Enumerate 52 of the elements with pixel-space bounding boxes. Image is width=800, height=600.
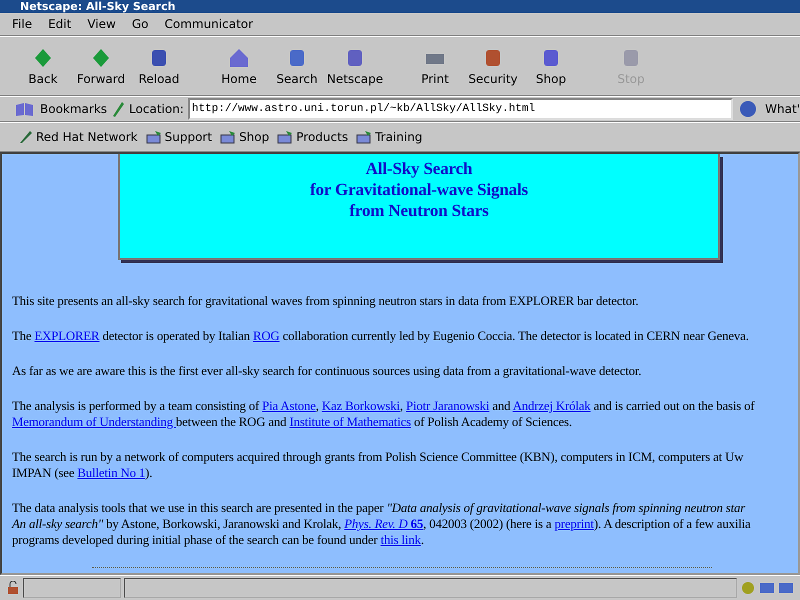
bookmark-button[interactable]: Red Hat Network: [16, 130, 141, 144]
bookmark-button[interactable]: Shop: [217, 130, 272, 144]
link[interactable]: Andrzej Królak: [512, 399, 591, 413]
menu-item[interactable]: File: [6, 17, 38, 31]
paragraph: The EXPLORER detector is operated by Italian ROG collaboration currently led by Eugenio Coccia. The detector is located in CERN near Geneva.: [12, 328, 750, 344]
padlock-icon: [6, 581, 20, 595]
toolbar-button[interactable]: Home: [210, 43, 268, 89]
bookmark-button[interactable]: Support: [142, 130, 216, 144]
link[interactable]: this link: [380, 533, 421, 547]
link[interactable]: Bulletin No 1: [77, 466, 146, 480]
link[interactable]: EXPLORER: [34, 329, 100, 343]
menu-item[interactable]: View: [81, 17, 122, 31]
link[interactable]: ROG: [252, 329, 280, 343]
toolbar-button[interactable]: Search: [268, 43, 326, 89]
folder-icon: [356, 130, 372, 144]
folder-icon: [220, 130, 236, 144]
toolbar-button[interactable]: Back: [14, 43, 72, 89]
banner-heading: from Neutron Stars: [349, 200, 489, 221]
bookmarks-button[interactable]: Bookmarks: [40, 102, 108, 116]
book-icon: [14, 101, 36, 117]
link[interactable]: Institute of Mathematics: [289, 415, 411, 429]
link[interactable]: Kaz Borkowski: [322, 399, 400, 413]
window-title: Netscape: All-Sky Search: [0, 0, 800, 13]
toolbar-button[interactable]: Shop: [522, 43, 580, 89]
link[interactable]: Phys. Rev. D 65: [344, 517, 424, 531]
location-label: Location:: [129, 102, 184, 116]
toolbar-button[interactable]: Reload: [130, 43, 188, 89]
related-button[interactable]: What': [765, 102, 800, 116]
toolbar-button[interactable]: Forward: [72, 43, 130, 89]
folder-icon: [277, 130, 294, 144]
banner-heading: for Gravitational-wave Signals: [310, 179, 528, 200]
toolbar-button[interactable]: Netscape: [326, 43, 384, 89]
banner-heading: All-Sky Search: [366, 158, 472, 179]
toolbar-button[interactable]: Print: [406, 43, 464, 89]
paragraph: The data analysis tools that we use in this search are presented in the paper "Data analysis of gravitational-wave signals from spinning neutron star An all-sky search" by Astone, Borkowski, Jaranowski and Krolak, Phys. Rev. D 65, 042003 (2002) (here is a preprint). A description of a few auxilia programs developed during initial phase of the search can be found under this link.: [12, 500, 752, 548]
paragraph: The analysis is performed by a team consisting of Pia Astone, Kaz Borkowski, Piotr Jaranowski and Andrzej Królak and is carried out on the basis of Memorandum of Understanding between the ROG and Institute of Mathematics of Polish Academy of Sciences.: [12, 398, 756, 430]
link[interactable]: Piotr Jaranowski: [406, 399, 490, 413]
menu-item[interactable]: Edit: [42, 17, 78, 31]
folder-icon: [146, 130, 162, 144]
toolbar-button[interactable]: Security: [464, 43, 522, 89]
menu-item[interactable]: Go: [126, 17, 154, 31]
link[interactable]: Memorandum of Understanding: [12, 415, 176, 429]
url-field[interactable]: http://www.astro.uni.torun.pl/~kb/AllSky/AllSky.html: [188, 98, 734, 120]
link[interactable]: preprint: [554, 517, 594, 531]
menu-item[interactable]: Communicator: [158, 17, 260, 31]
paragraph: This site presents an all-sky search for gravitational waves from spinning neutron stars in data from EXPLORER bar detector.: [12, 293, 640, 309]
bookmark-button[interactable]: Training: [353, 130, 426, 144]
paragraph: As far as we are aware this is the first ever all-sky search for continuous sources using data from a gravitational-wave detector.: [12, 363, 642, 379]
house-icon: [227, 46, 251, 70]
bookmark-button[interactable]: Products: [274, 130, 352, 144]
paragraph: The search is run by a network of computers acquired through grants from Polish Science Committee (KBN), computers in ICM, computers at Uw IMPAN (see Bulletin No 1).: [12, 449, 744, 481]
link[interactable]: Pia Astone: [262, 399, 316, 413]
